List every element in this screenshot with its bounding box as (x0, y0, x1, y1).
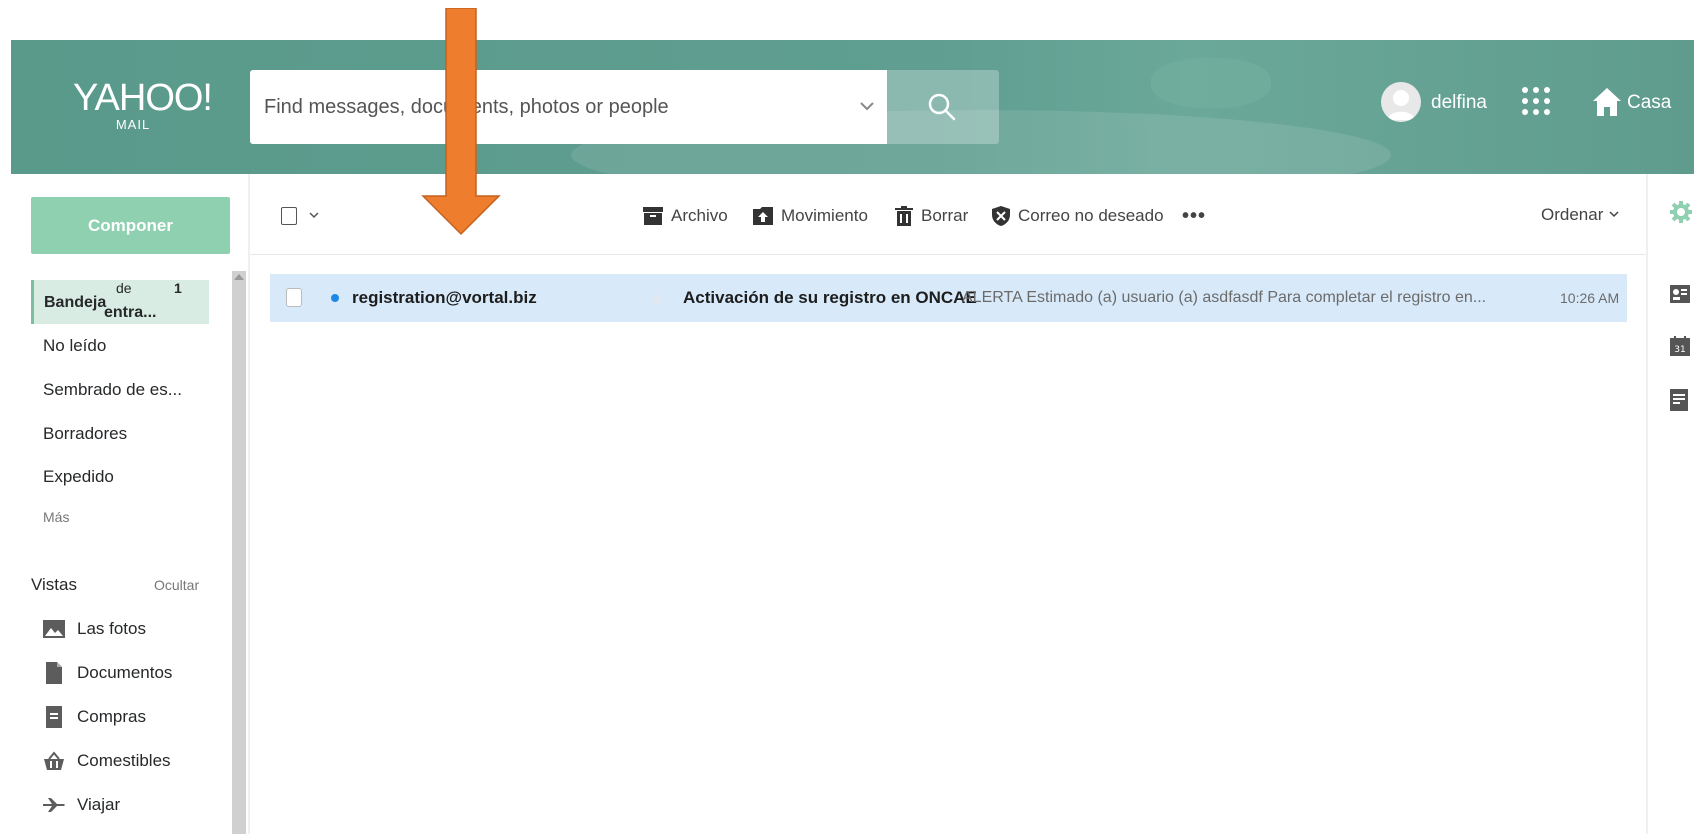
spam-button[interactable]: Correo no deseado (992, 206, 1164, 226)
yahoo-mail-logo[interactable]: YAHOO! MAIL (73, 78, 213, 132)
message-time: 10:26 AM (1560, 290, 1620, 306)
archive-button[interactable]: Archivo (643, 206, 728, 226)
sidebar-item-unread[interactable]: No leído (43, 336, 106, 356)
right-rail-divider (1646, 174, 1648, 834)
sidebar-scrollbar[interactable] (232, 271, 246, 834)
header-decoration-cloud (1151, 58, 1271, 108)
sidebar-item-groceries[interactable]: Comestibles (43, 748, 171, 774)
toolbar-divider (250, 254, 1646, 255)
chevron-down-icon[interactable] (855, 94, 879, 118)
scroll-up-arrow[interactable] (234, 274, 244, 280)
select-all-checkbox[interactable] (281, 207, 297, 225)
shield-icon (992, 206, 1010, 226)
sidebar-item-shopping[interactable]: Compras (43, 704, 146, 730)
sidebar-item-drafts[interactable]: Borradores (43, 424, 127, 444)
sidebar-divider (248, 174, 250, 834)
search-icon (928, 93, 956, 121)
search-button[interactable] (887, 70, 999, 144)
sidebar-more-link[interactable]: Más (43, 509, 69, 525)
plane-icon (43, 794, 65, 816)
app-header: YAHOO! MAIL delfina Casa (11, 40, 1694, 174)
user-name[interactable]: delfina (1431, 92, 1487, 114)
photos-icon (43, 618, 65, 640)
more-actions-button[interactable]: ••• (1182, 205, 1206, 228)
message-subject: Activación de su registro en ONCAE (683, 288, 977, 307)
message-sender: registration@vortal.biz (352, 288, 537, 307)
unread-count-badge: 1 (174, 280, 182, 296)
home-icon[interactable] (1591, 86, 1623, 118)
basket-icon (43, 750, 65, 772)
svg-text:31: 31 (1674, 345, 1685, 355)
table-row[interactable]: registration@vortal.biz ★ Activación de … (270, 274, 1627, 322)
views-hide-link[interactable]: Ocultar (154, 577, 199, 593)
views-heading: Vistas (31, 575, 77, 594)
delete-button[interactable]: Borrar (895, 206, 968, 226)
star-icon[interactable]: ★ (648, 287, 666, 312)
sidebar-item-sent[interactable]: Expedido (43, 467, 114, 487)
trash-icon (895, 206, 913, 226)
home-link[interactable]: Casa (1627, 92, 1671, 114)
user-icon (1387, 90, 1415, 120)
sidebar-item-starred[interactable]: Sembrado de es... (43, 380, 182, 400)
message-checkbox[interactable] (286, 288, 302, 307)
sort-button[interactable]: Ordenar (1541, 205, 1620, 225)
move-button[interactable]: Movimiento (753, 206, 868, 226)
sidebar-item-inbox[interactable]: Bandeja de entra... 1 (31, 280, 209, 324)
calendar-icon[interactable]: 31 (1670, 336, 1690, 356)
document-icon (43, 662, 65, 684)
apps-grid-icon[interactable] (1519, 84, 1553, 118)
unread-dot-icon[interactable] (331, 294, 339, 302)
gear-icon[interactable] (1670, 201, 1692, 223)
avatar[interactable] (1381, 82, 1421, 122)
search-box (250, 70, 887, 144)
compose-button[interactable]: Componer (31, 197, 230, 254)
receipt-icon (43, 706, 65, 728)
contacts-icon[interactable] (1670, 285, 1690, 303)
chevron-down-icon[interactable] (308, 209, 320, 221)
annotation-arrow-icon (421, 8, 501, 236)
notepad-icon[interactable] (1670, 389, 1688, 411)
sidebar-item-documents[interactable]: Documentos (43, 660, 172, 686)
archive-icon (643, 207, 663, 225)
search-input[interactable] (250, 70, 830, 144)
message-snippet: ALERTA Estimado (a) usuario (a) asdfasdf… (962, 289, 1487, 306)
chevron-down-icon (1609, 211, 1619, 218)
sidebar-item-travel[interactable]: Viajar (43, 792, 120, 818)
sidebar-item-photos[interactable]: Las fotos (43, 616, 146, 642)
move-folder-icon (753, 207, 773, 225)
